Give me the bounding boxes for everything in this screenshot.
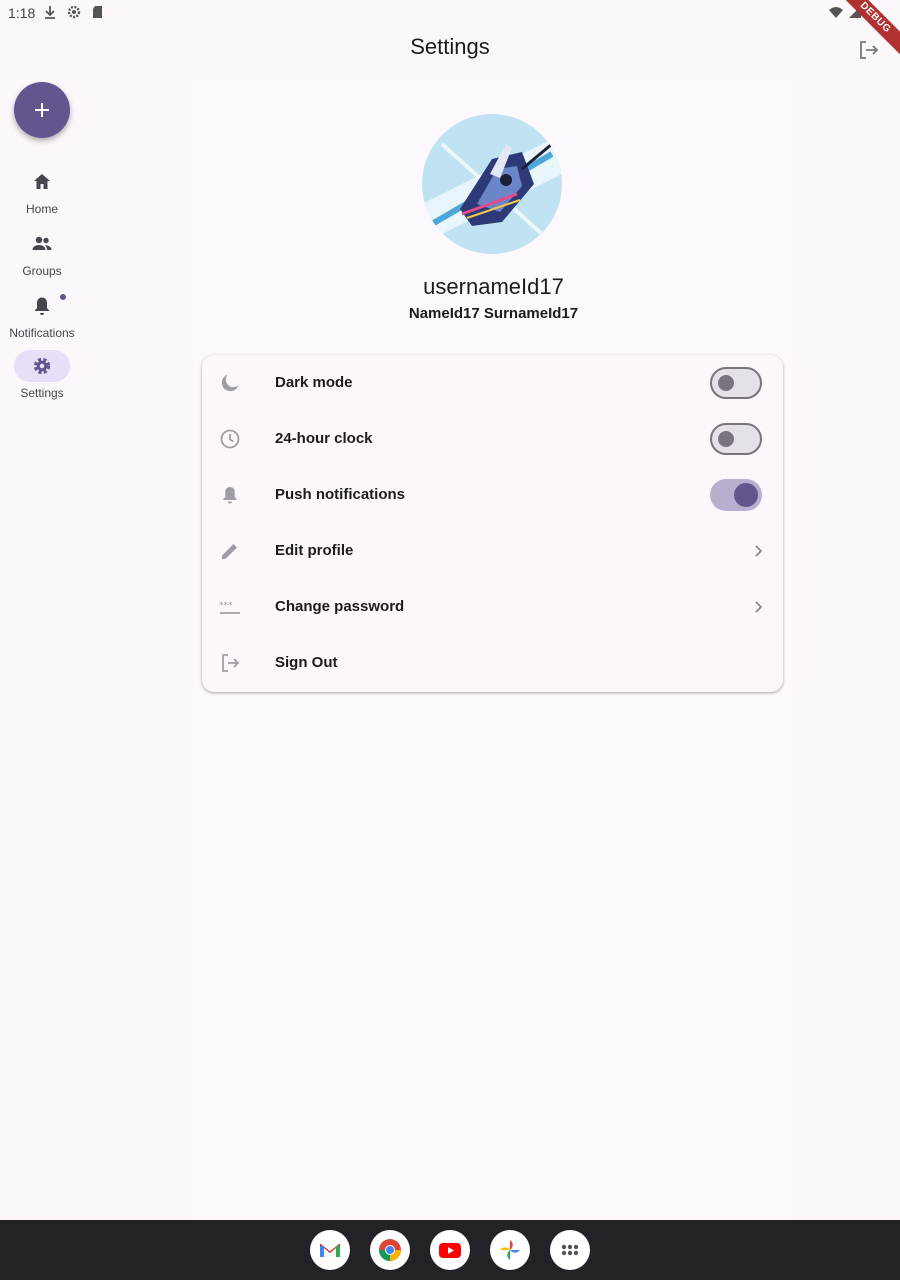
gmail-icon (319, 1243, 341, 1257)
setting-label: 24-hour clock (275, 430, 373, 447)
switch-thumb (718, 375, 734, 391)
home-icon (34, 174, 50, 189)
setting-edit-profile[interactable]: Edit profile (202, 523, 783, 579)
setting-dark-mode[interactable]: Dark mode (202, 355, 783, 411)
setting-label: Change password (275, 598, 405, 615)
nav-label-groups: Groups (22, 264, 62, 278)
pencil-icon (222, 544, 237, 559)
switch-thumb (718, 431, 734, 447)
sd-card-icon (93, 6, 102, 18)
setting-push-notifications[interactable]: Push notifications (202, 467, 783, 523)
gear-icon (33, 357, 51, 375)
youtube-icon (439, 1243, 461, 1258)
nav-item-notifications[interactable]: Notifications (0, 290, 84, 346)
password-icon: *** (219, 601, 240, 614)
app-drawer-icon[interactable] (550, 1230, 590, 1270)
24-hour-clock-switch[interactable] (710, 423, 762, 455)
switch-thumb (734, 483, 758, 507)
chevron-right-icon (755, 601, 763, 613)
bell-icon (35, 297, 49, 315)
profile-username: usernameId17 (423, 274, 564, 299)
push-notifications-switch[interactable] (710, 479, 762, 511)
page-title: Settings (410, 34, 490, 59)
add-button[interactable] (14, 82, 70, 138)
avatar[interactable] (422, 114, 562, 254)
taskbar (0, 1220, 900, 1280)
photos-app-icon[interactable] (490, 1230, 530, 1270)
nav-label-settings: Settings (20, 386, 64, 400)
download-icon (45, 6, 55, 19)
gmail-app-icon[interactable] (310, 1230, 350, 1270)
nav-label-home: Home (25, 202, 58, 216)
bell-icon (223, 487, 237, 504)
youtube-app-icon[interactable] (430, 1230, 470, 1270)
grid-icon (561, 1244, 579, 1256)
notification-badge (59, 293, 67, 301)
nav-item-groups[interactable]: Groups (0, 228, 84, 284)
nav-indicator (14, 166, 70, 198)
logout-icon[interactable] (856, 38, 880, 62)
logout-icon (222, 654, 240, 672)
plus-icon (35, 103, 49, 117)
setting-label: Push notifications (275, 486, 406, 503)
chrome-icon (379, 1239, 401, 1261)
status-bar: 1:18 (0, 0, 900, 26)
avatar-image (422, 114, 562, 254)
setting-sign-out[interactable]: Sign Out (202, 635, 783, 691)
groups-icon (32, 236, 52, 250)
profile-full-name: NameId17 SurnameId17 (408, 305, 579, 322)
nav-indicator (14, 290, 70, 322)
nav-item-settings[interactable]: Settings (0, 350, 84, 406)
setting-change-password[interactable]: *** Change password (202, 579, 783, 635)
nav-indicator (14, 228, 70, 260)
dark-mode-switch[interactable] (710, 367, 762, 399)
setting-label: Sign Out (275, 654, 338, 671)
status-time: 1:18 (8, 5, 36, 21)
nav-label-notifications: Notifications (9, 326, 75, 340)
nav-item-home[interactable]: Home (0, 166, 84, 222)
clock-icon (220, 429, 240, 449)
chevron-right-icon (755, 545, 763, 557)
nav-indicator-active (14, 350, 70, 382)
settings-card: Dark mode 24-hour clock Push notificatio… (202, 355, 783, 692)
chrome-app-icon[interactable] (370, 1230, 410, 1270)
moon-icon (221, 374, 239, 392)
setting-label: Edit profile (275, 542, 354, 559)
setting-24-hour-clock[interactable]: 24-hour clock (202, 411, 783, 467)
gear-icon (67, 5, 81, 19)
wifi-icon (829, 7, 843, 18)
setting-label: Dark mode (275, 374, 353, 391)
svg-text:***: *** (219, 601, 233, 611)
photos-icon (500, 1240, 520, 1260)
